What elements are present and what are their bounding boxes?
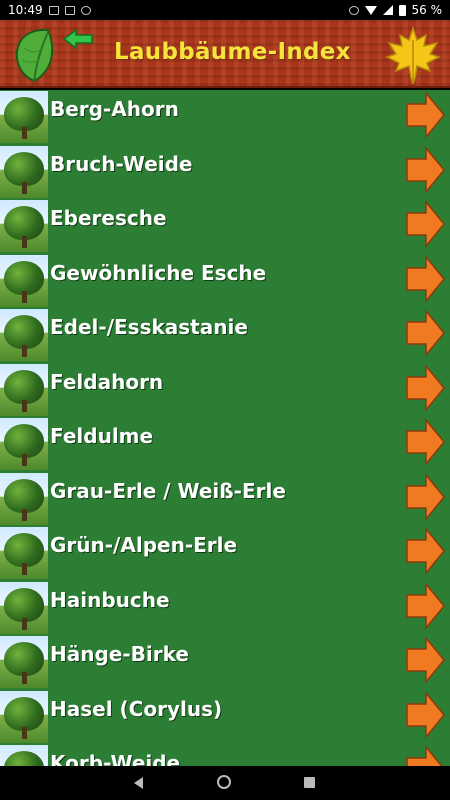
arrow-right-icon[interactable] (404, 581, 446, 631)
list-item-label: Hänge-Birke (50, 642, 189, 666)
tree-thumbnail (0, 309, 48, 361)
list-item-label: Feldahorn (50, 369, 164, 394)
list-item-label: Edel-/Esskastanie (50, 315, 248, 339)
list-item-label: Feldulme (50, 424, 154, 448)
signal-icon (382, 5, 393, 15)
arrow-right-icon[interactable] (404, 744, 446, 766)
list-item-label: Hainbuche (50, 587, 170, 612)
tree-thumbnail (0, 145, 48, 198)
notification-icon (48, 5, 59, 15)
list-item[interactable]: Hainbuche (0, 581, 450, 636)
tree-thumbnail (0, 690, 48, 743)
list-item-label: Korb-Weide (50, 751, 181, 766)
list-item[interactable]: Korb-Weide (0, 744, 450, 766)
list-item-label: Eberesche (50, 206, 167, 230)
arrow-right-icon[interactable] (404, 308, 446, 358)
wifi-icon (364, 5, 377, 15)
tree-thumbnail (0, 745, 48, 766)
list-item-label: Gewöhnliche Esche (50, 260, 267, 285)
tree-thumbnail (0, 254, 48, 307)
maple-leaf-icon (385, 26, 441, 84)
leaf-icon[interactable] (10, 26, 58, 84)
app-header: Laubbäume-Index (0, 20, 450, 88)
arrow-left-icon[interactable] (62, 28, 94, 50)
list-item[interactable]: Grün-/Alpen-Erle (0, 526, 450, 581)
tree-thumbnail (0, 472, 48, 525)
tree-thumbnail (0, 91, 48, 143)
page-title: Laubbäume-Index (114, 39, 351, 65)
arrow-right-icon[interactable] (404, 635, 446, 685)
tree-list: Berg-Ahorn Bruch-Weide Eberesche Gewöhnlich… (0, 90, 450, 766)
list-item-label: Hasel (Corylus) (50, 696, 223, 721)
arrow-right-icon[interactable] (404, 472, 446, 522)
list-item-label: Grün-/Alpen-Erle (50, 533, 238, 557)
alarm-icon (348, 5, 359, 15)
arrow-right-icon[interactable] (404, 417, 446, 467)
arrow-right-icon[interactable] (404, 526, 446, 576)
tree-thumbnail (0, 636, 48, 688)
arrow-right-icon[interactable] (404, 199, 446, 249)
battery-percent: 56 % (411, 3, 443, 17)
arrow-right-icon[interactable] (404, 145, 446, 195)
nav-home-icon[interactable] (217, 775, 231, 789)
mail-icon (64, 5, 75, 15)
list-item[interactable]: Hasel (Corylus) (0, 690, 450, 745)
status-bar: 10:49 56 % (0, 0, 450, 20)
tree-thumbnail (0, 581, 48, 634)
list-item[interactable]: Eberesche (0, 199, 450, 254)
tree-thumbnail (0, 527, 48, 579)
arrow-right-icon[interactable] (404, 254, 446, 304)
list-item[interactable]: Hänge-Birke (0, 635, 450, 690)
accessibility-icon (80, 5, 91, 15)
status-time: 10:49 (8, 3, 43, 17)
list-item[interactable]: Berg-Ahorn (0, 90, 450, 145)
list-item[interactable]: Feldulme (0, 417, 450, 472)
tree-thumbnail (0, 363, 48, 416)
nav-recent-icon[interactable] (304, 777, 315, 788)
list-item[interactable]: Gewöhnliche Esche (0, 254, 450, 309)
navigation-bar (0, 766, 450, 800)
arrow-right-icon[interactable] (404, 90, 446, 140)
list-item[interactable]: Edel-/Esskastanie (0, 308, 450, 363)
battery-icon (398, 4, 406, 16)
arrow-right-icon[interactable] (404, 363, 446, 413)
list-item[interactable]: Feldahorn (0, 363, 450, 418)
tree-thumbnail (0, 418, 48, 470)
arrow-right-icon[interactable] (404, 690, 446, 740)
nav-back-icon[interactable] (134, 777, 143, 789)
list-item-label: Bruch-Weide (50, 151, 193, 176)
list-item-label: Grau-Erle / Weiß-Erle (50, 478, 286, 503)
tree-thumbnail (0, 200, 48, 252)
list-item-label: Berg-Ahorn (50, 97, 179, 121)
list-item[interactable]: Bruch-Weide (0, 145, 450, 200)
list-item[interactable]: Grau-Erle / Weiß-Erle (0, 472, 450, 527)
